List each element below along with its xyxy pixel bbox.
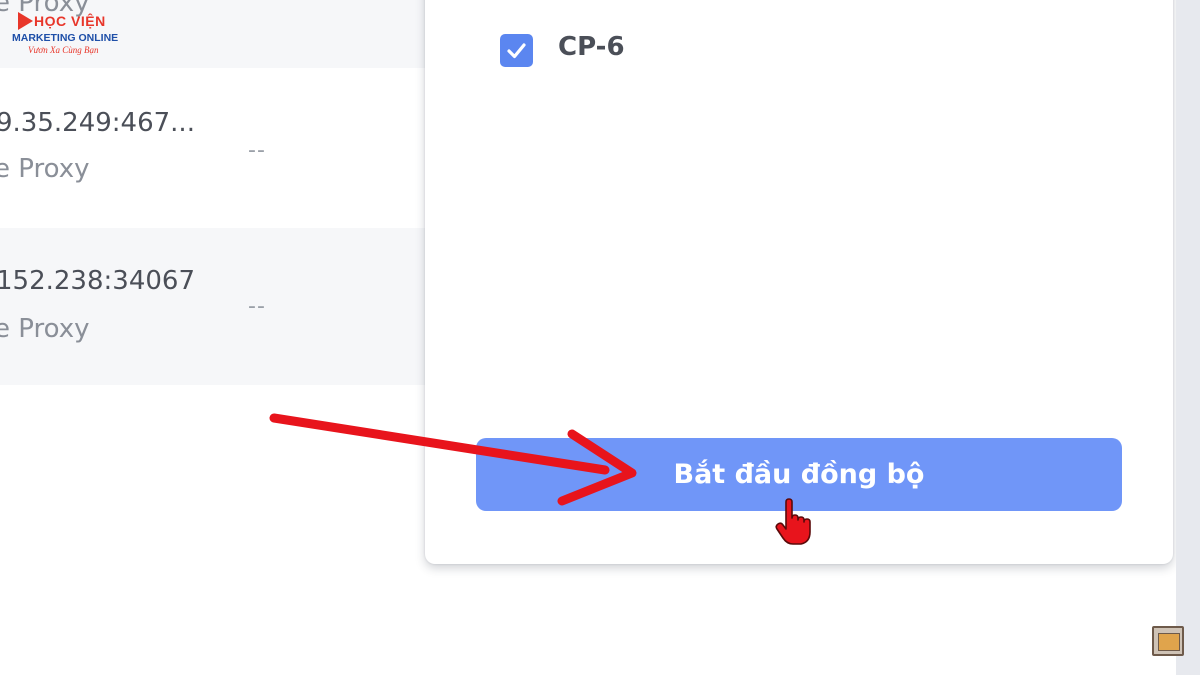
profile-checkbox[interactable]	[500, 34, 533, 67]
logo-line-2: MARKETING ONLINE	[12, 32, 119, 44]
proxy-row[interactable]: 152.238:34067 e Proxy --	[0, 228, 430, 385]
proxy-address: 152.238:34067	[0, 266, 195, 296]
brand-logo: HỌC VIỆN MARKETING ONLINE Vươn Xa Cùng B…	[12, 10, 122, 56]
hand-pointer-icon	[775, 498, 811, 545]
check-icon	[507, 43, 526, 59]
play-logo-icon	[18, 12, 33, 30]
proxy-status: --	[248, 294, 266, 319]
proxy-status: --	[248, 138, 266, 163]
proxy-type: e Proxy	[0, 154, 90, 184]
film-icon	[1152, 626, 1184, 656]
logo-line-1: HỌC VIỆN	[34, 13, 106, 29]
proxy-row[interactable]: 9.35.249:467... e Proxy --	[0, 70, 430, 225]
proxy-list: e Proxy 9.35.249:467... e Proxy -- 152.2…	[0, 0, 430, 385]
proxy-type: e Proxy	[0, 314, 90, 344]
logo-slogan: Vươn Xa Cùng Bạn	[28, 45, 99, 55]
page-scrollbar[interactable]	[1176, 0, 1200, 675]
profile-option-label: CP-6	[558, 32, 625, 62]
proxy-address: 9.35.249:467...	[0, 108, 195, 138]
annotation-arrow-icon	[269, 413, 637, 506]
